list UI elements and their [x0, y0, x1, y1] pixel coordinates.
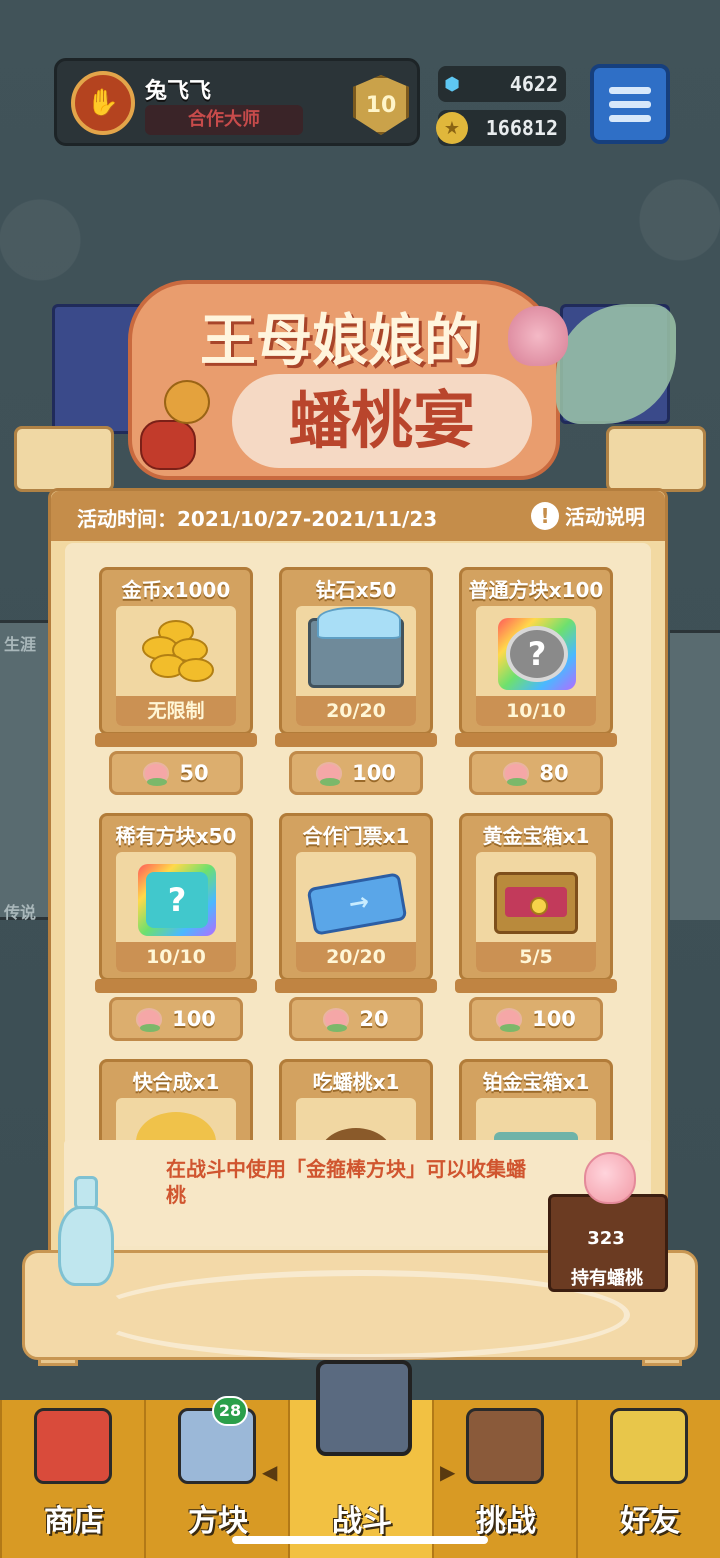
item-stock: 10/10	[116, 942, 236, 972]
peach-icon	[143, 762, 170, 786]
price-button[interactable]: 20	[289, 997, 423, 1041]
price-button[interactable]: 100	[109, 997, 243, 1041]
item-name: 金币x1000	[121, 578, 231, 602]
shop-item-rare-block[interactable]: 稀有方块x50 ? 10/10 100	[95, 813, 257, 1045]
gem-value: 4622	[509, 72, 558, 96]
nav-label: 战斗	[332, 1504, 392, 1539]
item-stock: 5/5	[476, 942, 596, 972]
event-title-line1: 王母娘娘的	[200, 308, 480, 374]
shop-item-coins[interactable]: 金币x1000 无限制 50	[95, 567, 257, 799]
arrow-left-icon[interactable]: ◀	[262, 1460, 277, 1484]
item-name: 吃蟠桃x1	[312, 1070, 400, 1094]
tip-text: 在战斗中使用「金箍棒方块」可以收集蟠桃	[166, 1157, 526, 1207]
item-stock: 无限制	[116, 696, 236, 726]
item-price: 100	[532, 1007, 576, 1031]
nav-shop[interactable]: 商店	[0, 1400, 144, 1558]
nav-label: 方块	[188, 1504, 248, 1539]
peach-count: 323	[587, 1228, 625, 1249]
peach-icon	[136, 1008, 163, 1032]
nav-friends[interactable]: 好友	[576, 1400, 720, 1558]
item-name: 普通方块x100	[468, 578, 604, 602]
challenge-icon	[466, 1408, 544, 1484]
vase-icon	[36, 1170, 136, 1290]
gate-ornament-left	[14, 426, 114, 492]
item-name: 快合成x1	[132, 1070, 220, 1094]
avatar: ✋	[71, 71, 135, 135]
event-info-label: 活动说明	[565, 505, 645, 529]
item-name: 合作门票x1	[302, 824, 410, 848]
coin-icon: ★	[436, 112, 468, 144]
item-price: 50	[179, 761, 209, 785]
shop-item-gems[interactable]: 钻石x50 20/20 100	[275, 567, 437, 799]
peach-label: 持有蟠桃	[571, 1268, 643, 1289]
gold-chest-icon	[494, 872, 578, 934]
event-info-button[interactable]: ! 活动说明	[531, 501, 645, 530]
peach-icon	[503, 762, 530, 786]
exclamation-icon: !	[531, 501, 559, 530]
peach-icon	[323, 1008, 350, 1032]
shop-item-gold-chest[interactable]: 黄金宝箱x1 5/5 100	[455, 813, 617, 1045]
friends-icon	[610, 1408, 688, 1484]
shop-icon	[34, 1408, 112, 1484]
menu-button[interactable]	[590, 64, 670, 144]
coin-value: 166812	[485, 116, 558, 140]
event-title-line2: 蟠桃宴	[232, 374, 532, 468]
price-button[interactable]: 100	[469, 997, 603, 1041]
side-label-career: 生涯	[4, 635, 37, 654]
item-price: 100	[352, 761, 396, 785]
nav-label: 挑战	[476, 1504, 536, 1539]
peach-icon	[584, 1152, 636, 1204]
item-price: 20	[359, 1007, 389, 1031]
item-name: 稀有方块x50	[115, 824, 237, 848]
player-name: 兔飞飞	[145, 79, 212, 104]
home-indicator[interactable]	[232, 1536, 488, 1544]
price-button[interactable]: 50	[109, 751, 243, 795]
side-label-legend: 传说	[4, 903, 37, 922]
event-time: 活动时间：2021/10/27-2021/11/23	[77, 507, 438, 531]
event-header: 活动时间：2021/10/27-2021/11/23 ! 活动说明	[51, 491, 665, 541]
side-panel-left: 生涯 传说	[0, 620, 48, 922]
nav-label: 商店	[44, 1504, 104, 1539]
item-stock: 20/20	[296, 942, 416, 972]
item-stock: 10/10	[476, 696, 596, 726]
peach-holdings: 323 持有蟠桃	[548, 1152, 672, 1292]
item-price: 100	[172, 1007, 216, 1031]
block-badge: 28	[212, 1396, 248, 1426]
arrow-right-icon[interactable]: ▶	[440, 1460, 455, 1484]
ticket-icon	[306, 872, 408, 936]
item-price: 80	[539, 761, 569, 785]
gem-counter: ⬢ 4622	[438, 66, 566, 102]
gem-cart-icon	[308, 607, 404, 688]
battle-icon[interactable]	[316, 1360, 412, 1456]
hamburger-icon	[609, 86, 651, 94]
item-stock: 20/20	[296, 696, 416, 726]
side-panel-right	[670, 630, 720, 920]
peach-icon	[316, 762, 343, 786]
rank-badge-icon: 10	[353, 75, 409, 135]
player-title: 合作大师	[145, 105, 303, 135]
normal-block-icon: ?	[498, 618, 576, 690]
rare-block-icon: ?	[138, 864, 216, 936]
item-name: 黄金宝箱x1	[482, 824, 590, 848]
gem-icon: ⬢	[444, 73, 460, 95]
peach-icon	[496, 1008, 523, 1032]
player-profile[interactable]: ✋ 兔飞飞 合作大师 10	[54, 58, 420, 146]
gate-ornament-right	[606, 426, 706, 492]
shop-item-coop-ticket[interactable]: 合作门票x1 20/20 20	[275, 813, 437, 1045]
coin-pile-icon	[138, 620, 214, 686]
item-name: 钻石x50	[315, 578, 397, 602]
nav-label: 好友	[620, 1504, 680, 1539]
monkey-king-icon	[140, 380, 214, 480]
shop-item-normal-block[interactable]: 普通方块x100 ? 10/10 80	[455, 567, 617, 799]
price-button[interactable]: 80	[469, 751, 603, 795]
item-name: 铂金宝箱x1	[482, 1070, 590, 1094]
price-button[interactable]: 100	[289, 751, 423, 795]
coin-counter: ★ 166812	[436, 110, 566, 146]
